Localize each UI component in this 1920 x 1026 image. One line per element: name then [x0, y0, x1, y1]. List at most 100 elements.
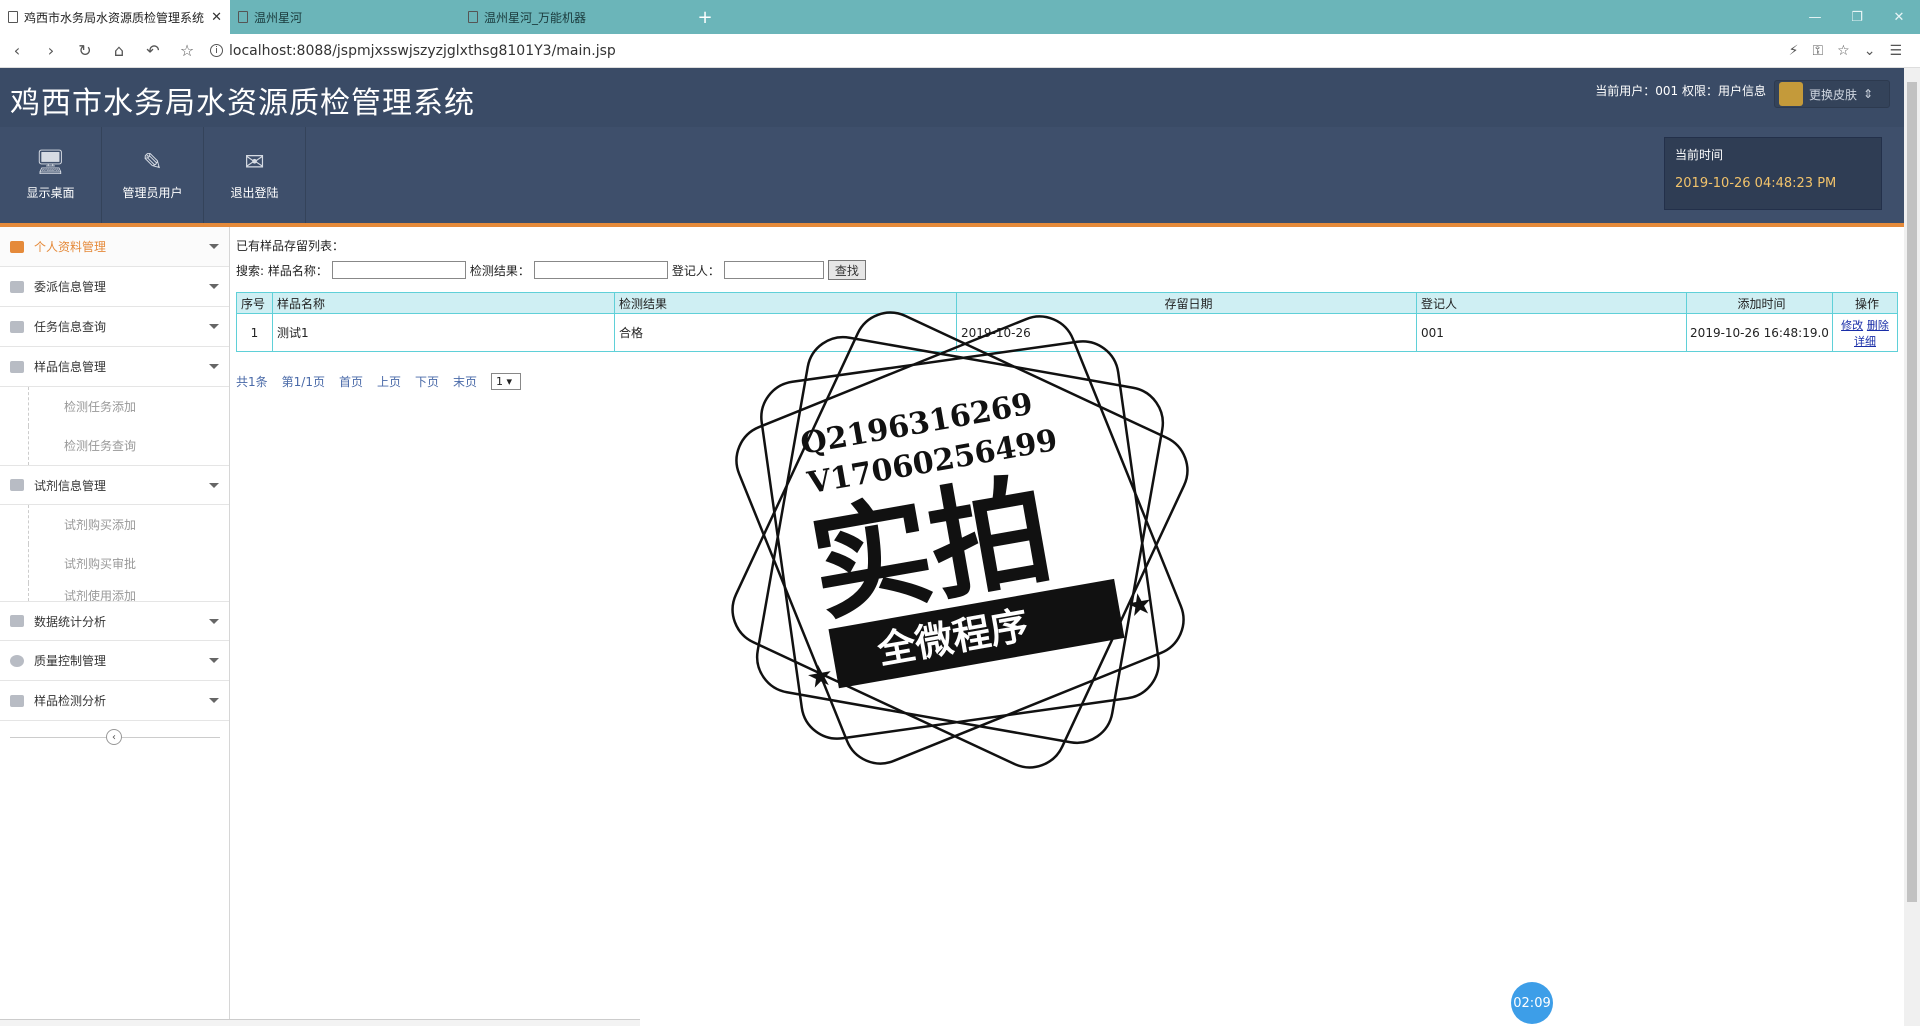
cell-registrar: 001: [1416, 313, 1687, 352]
search-button[interactable]: 查找: [827, 260, 866, 280]
menu-label: 试剂信息管理: [34, 478, 107, 493]
bookmark-star-icon[interactable]: ☆: [170, 34, 204, 68]
admin-user-button[interactable]: ✎ 管理员用户: [102, 127, 204, 223]
layout-icon: [10, 479, 24, 491]
star-icon: ★: [1123, 586, 1156, 625]
home-icon[interactable]: ⌂: [102, 34, 136, 68]
submenu-reagent-add[interactable]: 试剂购买添加: [28, 505, 257, 544]
minimize-icon[interactable]: —: [1794, 0, 1836, 34]
key-icon[interactable]: ⚿: [1812, 43, 1823, 59]
caret-down-icon: [209, 618, 219, 624]
lightning-icon[interactable]: ⚡: [1789, 43, 1799, 59]
tool-label: 显示桌面: [26, 185, 75, 200]
close-icon[interactable]: ✕: [211, 10, 222, 25]
menu-sample-analysis[interactable]: 样品检测分析: [0, 681, 229, 721]
scrollbar-thumb[interactable]: [1907, 82, 1917, 902]
menu-label: 委派信息管理: [34, 280, 107, 294]
back-icon[interactable]: ‹: [0, 34, 34, 68]
menu-icon[interactable]: ☰: [1889, 43, 1902, 59]
new-tab-button[interactable]: +: [690, 0, 720, 34]
detail-link[interactable]: 详细: [1854, 335, 1876, 348]
cell-added-time: 2019-10-26 16:48:19.0: [1686, 313, 1833, 352]
menu-task-query[interactable]: 任务信息查询: [0, 307, 229, 347]
url-field[interactable]: i localhost:8088/jspmjxsswjszyzjglxthsg8…: [210, 43, 1789, 59]
status-bar: [0, 1019, 640, 1026]
tool-label: 退出登陆: [230, 185, 279, 200]
close-window-icon[interactable]: ✕: [1878, 0, 1920, 34]
col-header: 添加时间: [1686, 292, 1833, 314]
sample-name-input[interactable]: [331, 261, 466, 279]
col-header: 样品名称: [272, 292, 615, 314]
address-actions: ⚡ ⚿ ☆ ⌄ ☰: [1789, 43, 1920, 59]
menu-data-stats[interactable]: 数据统计分析: [0, 601, 229, 641]
logout-button[interactable]: ✉ 退出登陆: [204, 127, 306, 223]
caret-down-icon: [209, 698, 219, 703]
list-caption: 已有样品存留列表：: [236, 239, 345, 253]
document-icon: [468, 11, 478, 23]
info-icon: i: [210, 44, 223, 57]
chevron-down-icon[interactable]: ⌄: [1864, 43, 1876, 59]
submenu-label: 检测任务添加: [64, 400, 137, 414]
page-scrollbar[interactable]: [1904, 68, 1920, 1026]
last-page-link[interactable]: 末页: [453, 373, 477, 390]
menu-personal-info[interactable]: 个人资料管理: [0, 227, 229, 267]
chevron-left-icon[interactable]: ‹: [106, 729, 122, 745]
address-bar: ‹ › ↻ ⌂ ↶ ☆ i localhost:8088/jspmjxsswjs…: [0, 34, 1920, 68]
restore-icon[interactable]: ❐: [1836, 0, 1878, 34]
submenu-reagent-use[interactable]: 试剂使用添加: [28, 583, 257, 601]
result-input[interactable]: [533, 261, 668, 279]
menu-delegation-info[interactable]: 委派信息管理: [0, 267, 229, 307]
brush-icon: [10, 694, 24, 707]
browser-tab[interactable]: 温州星河: [230, 0, 460, 34]
prev-page-link[interactable]: 上页: [377, 373, 401, 390]
menu-label: 数据统计分析: [34, 614, 107, 629]
caret-down-icon: [209, 658, 219, 663]
recording-timer: 02:09: [1511, 982, 1553, 1024]
submenu-task-query[interactable]: 检测任务查询: [28, 426, 257, 465]
pencil-icon: [10, 240, 24, 253]
calendar-icon: [10, 615, 24, 627]
document-icon: [238, 11, 248, 23]
reload-icon[interactable]: ↻: [68, 34, 102, 68]
col-header: 操作: [1832, 292, 1898, 314]
first-page-link[interactable]: 首页: [339, 373, 363, 390]
browser-tab-active[interactable]: 鸡西市水务局水资源质检管理系统 ✕: [0, 0, 230, 34]
browser-tab-bar: 鸡西市水务局水资源质检管理系统 ✕ 温州星河 温州星河_万能机器 + — ❐ ✕: [0, 0, 1920, 34]
star-icon[interactable]: ☆: [1837, 43, 1850, 59]
page-indicator: 第1/1页: [281, 375, 325, 389]
next-page-link[interactable]: 下页: [415, 373, 439, 390]
caret-down-icon: [209, 482, 219, 488]
menu-quality-control[interactable]: 质量控制管理: [0, 641, 229, 681]
caret-down-icon: [209, 324, 219, 329]
tab-title: 温州星河_万能机器: [484, 10, 587, 25]
submenu-label: 检测任务查询: [64, 439, 137, 453]
menu-reagent-info[interactable]: 试剂信息管理: [0, 465, 229, 505]
result-label: 检测结果：: [469, 263, 530, 278]
col-header: 序号: [236, 292, 273, 314]
undo-icon[interactable]: ↶: [136, 34, 170, 68]
watermark-stamp: Q2196316269 V17060256499 实拍 全微程序 ★ ★: [731, 311, 1189, 769]
show-desktop-button[interactable]: 🖥 显示桌面: [0, 127, 102, 223]
registrar-input[interactable]: [723, 261, 824, 279]
pencil-icon: ✎: [142, 147, 163, 176]
page-select[interactable]: 1 ▾: [491, 373, 522, 390]
skin-switch-button[interactable]: 更换皮肤 ⇕: [1774, 80, 1890, 108]
grid-icon: [10, 280, 24, 293]
caret-down-icon: [209, 364, 219, 369]
menu-label: 个人资料管理: [34, 240, 107, 254]
browser-tab[interactable]: 温州星河_万能机器: [460, 0, 690, 34]
delete-link[interactable]: 删除: [1867, 319, 1889, 332]
envelope-icon: ✉: [244, 147, 265, 176]
tab-title: 温州星河: [254, 10, 303, 25]
forward-icon[interactable]: ›: [34, 34, 68, 68]
updown-icon: ⇕: [1863, 87, 1874, 101]
menu-sample-info[interactable]: 样品信息管理: [0, 347, 229, 387]
search-bar: 搜索: 样品名称： 检测结果： 登记人： 查找: [236, 260, 866, 280]
registrar-label: 登记人：: [671, 263, 720, 278]
sidebar: 个人资料管理 委派信息管理 任务信息查询 样品信息管理 检测任务添加 检测任务查…: [0, 227, 230, 1026]
tab-title: 鸡西市水务局水资源质检管理系统: [24, 10, 205, 25]
submenu-label: 试剂使用添加: [64, 589, 137, 601]
edit-link[interactable]: 修改: [1841, 319, 1863, 332]
submenu-task-add[interactable]: 检测任务添加: [28, 387, 257, 426]
submenu-reagent-approve[interactable]: 试剂购买审批: [28, 544, 257, 583]
